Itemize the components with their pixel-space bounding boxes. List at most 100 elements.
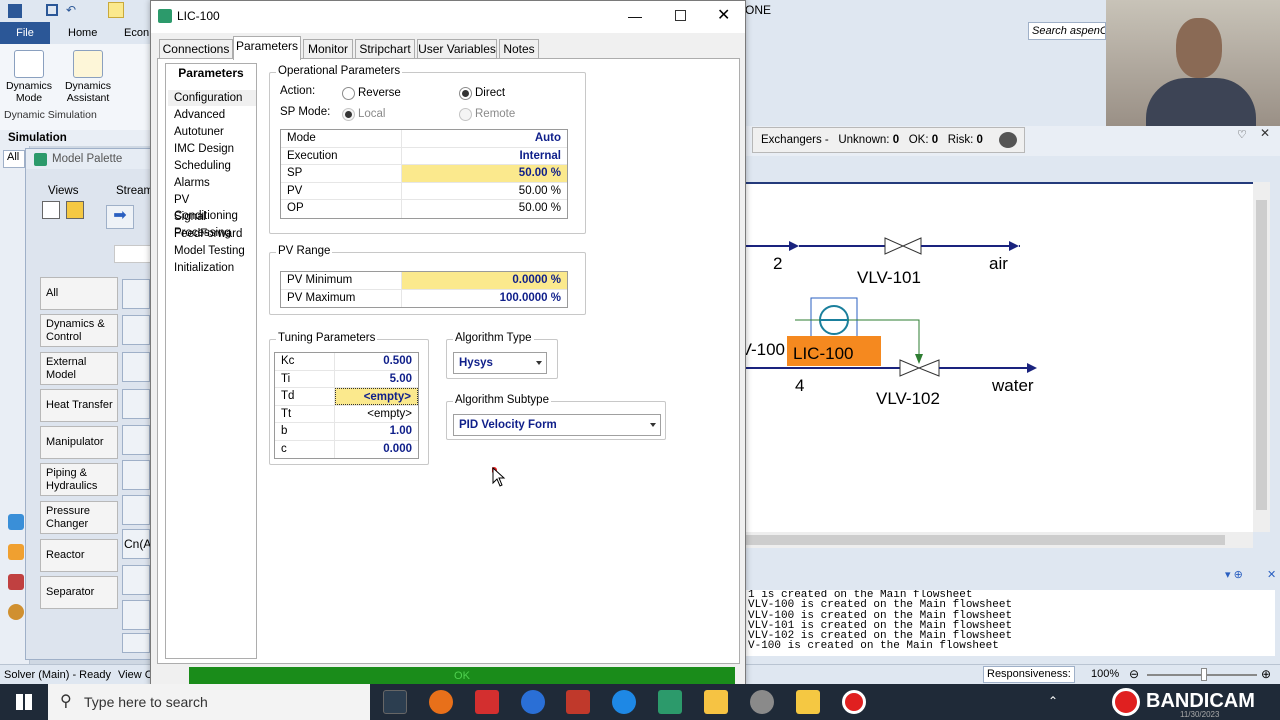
- palette-category-separator[interactable]: Separator: [40, 576, 118, 609]
- cn-label[interactable]: Cn(A: [122, 529, 151, 559]
- exchanger-settings-icon[interactable]: [999, 132, 1017, 148]
- material-stream-icon[interactable]: ➡: [106, 205, 134, 229]
- acrobat-app-icon[interactable]: [475, 690, 499, 714]
- tab-parameters[interactable]: Parameters: [233, 36, 301, 60]
- horizontal-scrollbar[interactable]: [745, 532, 1253, 548]
- page-imc-design[interactable]: IMC Design: [168, 141, 256, 157]
- undo-icon[interactable]: ↶: [66, 3, 76, 17]
- collapse-chevron-icon[interactable]: ♡: [1237, 128, 1247, 141]
- v-100-label[interactable]: V-100: [745, 340, 785, 360]
- taskbar-search-box[interactable]: ⚲ Type here to search: [48, 684, 370, 720]
- search-input[interactable]: Search aspenO: [1028, 22, 1106, 40]
- palette-category-piping-hydraulics[interactable]: Piping & Hydraulics: [40, 463, 118, 496]
- pv-minimum-value[interactable]: 0.0000 %: [402, 272, 567, 289]
- windows-start-icon[interactable]: [16, 694, 32, 710]
- horizontal-scroll-thumb[interactable]: [745, 535, 1225, 545]
- firefox-app-icon[interactable]: [429, 690, 453, 714]
- close-panel-icon[interactable]: ✕: [1260, 126, 1270, 140]
- cooler-icon[interactable]: [122, 389, 150, 419]
- palette-category-manipulator[interactable]: Manipulator: [40, 426, 118, 459]
- tray-chevron-icon[interactable]: ⌃: [1048, 694, 1058, 708]
- spreadsheet-icon[interactable]: [122, 633, 150, 653]
- td-value[interactable]: <empty>: [335, 388, 418, 405]
- execution-value[interactable]: Internal: [402, 148, 567, 165]
- panel-options-icon[interactable]: ▾ ⊕: [1225, 568, 1243, 581]
- responsiveness-indicator[interactable]: Responsiveness: 5: [983, 666, 1075, 695]
- palette-category-reactor[interactable]: Reactor: [40, 539, 118, 572]
- close-icon[interactable]: ✕: [717, 1, 730, 31]
- sp-value[interactable]: 50.00 %: [402, 165, 567, 182]
- zoom-slider-thumb[interactable]: [1201, 668, 1207, 681]
- save-icon[interactable]: [46, 4, 58, 16]
- separator-icon[interactable]: [122, 600, 150, 630]
- record-app-icon[interactable]: [842, 690, 866, 714]
- b-value[interactable]: 1.00: [335, 423, 418, 440]
- safety-icon[interactable]: [8, 574, 24, 590]
- minimize-icon[interactable]: —: [628, 1, 648, 31]
- algorithm-type-select[interactable]: Hysys: [453, 352, 547, 374]
- vertical-scroll-thumb[interactable]: [1256, 200, 1267, 510]
- edge-app-icon[interactable]: [612, 690, 636, 714]
- app-plus-icon[interactable]: [521, 690, 545, 714]
- calculator-app-icon[interactable]: [383, 690, 407, 714]
- sp-mode-local-radio[interactable]: Local: [342, 107, 386, 121]
- palette-filter-box[interactable]: [114, 245, 154, 263]
- zoom-in-icon[interactable]: ⊕: [1261, 667, 1271, 681]
- palette-category-dynamics-control[interactable]: Dynamics & Control: [40, 314, 118, 347]
- heat-exchanger-icon[interactable]: [122, 565, 150, 595]
- grid-view-icon[interactable]: [66, 201, 84, 219]
- flask-icon[interactable]: [8, 514, 24, 530]
- mixer-icon[interactable]: [122, 279, 150, 309]
- tab-notes[interactable]: Notes: [499, 39, 539, 59]
- page-model-testing[interactable]: Model Testing: [168, 243, 256, 259]
- page-scheduling[interactable]: Scheduling: [168, 158, 256, 174]
- column-icon[interactable]: [122, 460, 150, 490]
- palette-category-pressure-changer[interactable]: Pressure Changer: [40, 501, 118, 534]
- tab-connections[interactable]: Connections: [159, 39, 233, 59]
- zoom-out-icon[interactable]: ⊖: [1129, 667, 1139, 681]
- pv-maximum-value[interactable]: 100.0000 %: [402, 290, 567, 308]
- dynamics-mode-button[interactable]: Dynamics Mode: [3, 46, 55, 104]
- vlv-101-label[interactable]: VLV-101: [857, 268, 921, 288]
- set-icon[interactable]: [122, 495, 150, 525]
- file-explorer-icon[interactable]: [704, 690, 728, 714]
- stream-2-label[interactable]: 2: [773, 254, 782, 274]
- list-view-icon[interactable]: [42, 201, 60, 219]
- vertical-scrollbar[interactable]: [1253, 182, 1270, 532]
- tab-home[interactable]: Home: [58, 22, 107, 44]
- palette-category-external-model[interactable]: External Model: [40, 352, 118, 385]
- sp-mode-remote-radio[interactable]: Remote: [459, 107, 515, 121]
- air-stream-label[interactable]: air: [989, 254, 1008, 274]
- c-value[interactable]: 0.000: [335, 441, 418, 459]
- chart-app-icon[interactable]: [566, 690, 590, 714]
- page-pv-conditioning[interactable]: PV Conditioning: [168, 192, 256, 222]
- page-autotuner[interactable]: Autotuner: [168, 124, 256, 140]
- action-direct-radio[interactable]: Direct: [459, 86, 505, 100]
- filter-all-select[interactable]: All: [3, 150, 25, 168]
- ti-value[interactable]: 5.00: [335, 371, 418, 388]
- player-app-icon[interactable]: [796, 690, 820, 714]
- page-signal-processing[interactable]: Signal Processing: [168, 209, 256, 239]
- hysys-app-icon[interactable]: [658, 690, 682, 714]
- maximize-icon[interactable]: [675, 10, 686, 21]
- tab-file[interactable]: File: [0, 22, 50, 44]
- page-feedforward[interactable]: FeedForward: [168, 226, 256, 242]
- pump-icon[interactable]: [122, 315, 150, 345]
- tt-value[interactable]: <empty>: [335, 406, 418, 423]
- tab-user-variables[interactable]: User Variables: [417, 39, 497, 59]
- kc-value[interactable]: 0.500: [335, 353, 418, 370]
- tab-stripchart[interactable]: Stripchart: [355, 39, 415, 59]
- palette-category-all[interactable]: All: [40, 277, 118, 310]
- page-alarms[interactable]: Alarms: [168, 175, 256, 191]
- pfd-canvas[interactable]: 2 VLV-101 air V-100 LIC-100 4 VLV-102 wa…: [745, 182, 1253, 532]
- paint-app-icon[interactable]: [750, 690, 774, 714]
- palette-category-heat-transfer[interactable]: Heat Transfer: [40, 389, 118, 422]
- compressor-icon[interactable]: [122, 425, 150, 455]
- mode-value[interactable]: Auto: [402, 130, 567, 147]
- energy-icon[interactable]: [8, 604, 24, 620]
- lic-100-label[interactable]: LIC-100: [793, 344, 853, 364]
- water-stream-label[interactable]: water: [992, 376, 1034, 396]
- vlv-102-label[interactable]: VLV-102: [876, 389, 940, 409]
- properties-icon[interactable]: [8, 544, 24, 560]
- folder-icon[interactable]: [108, 2, 124, 18]
